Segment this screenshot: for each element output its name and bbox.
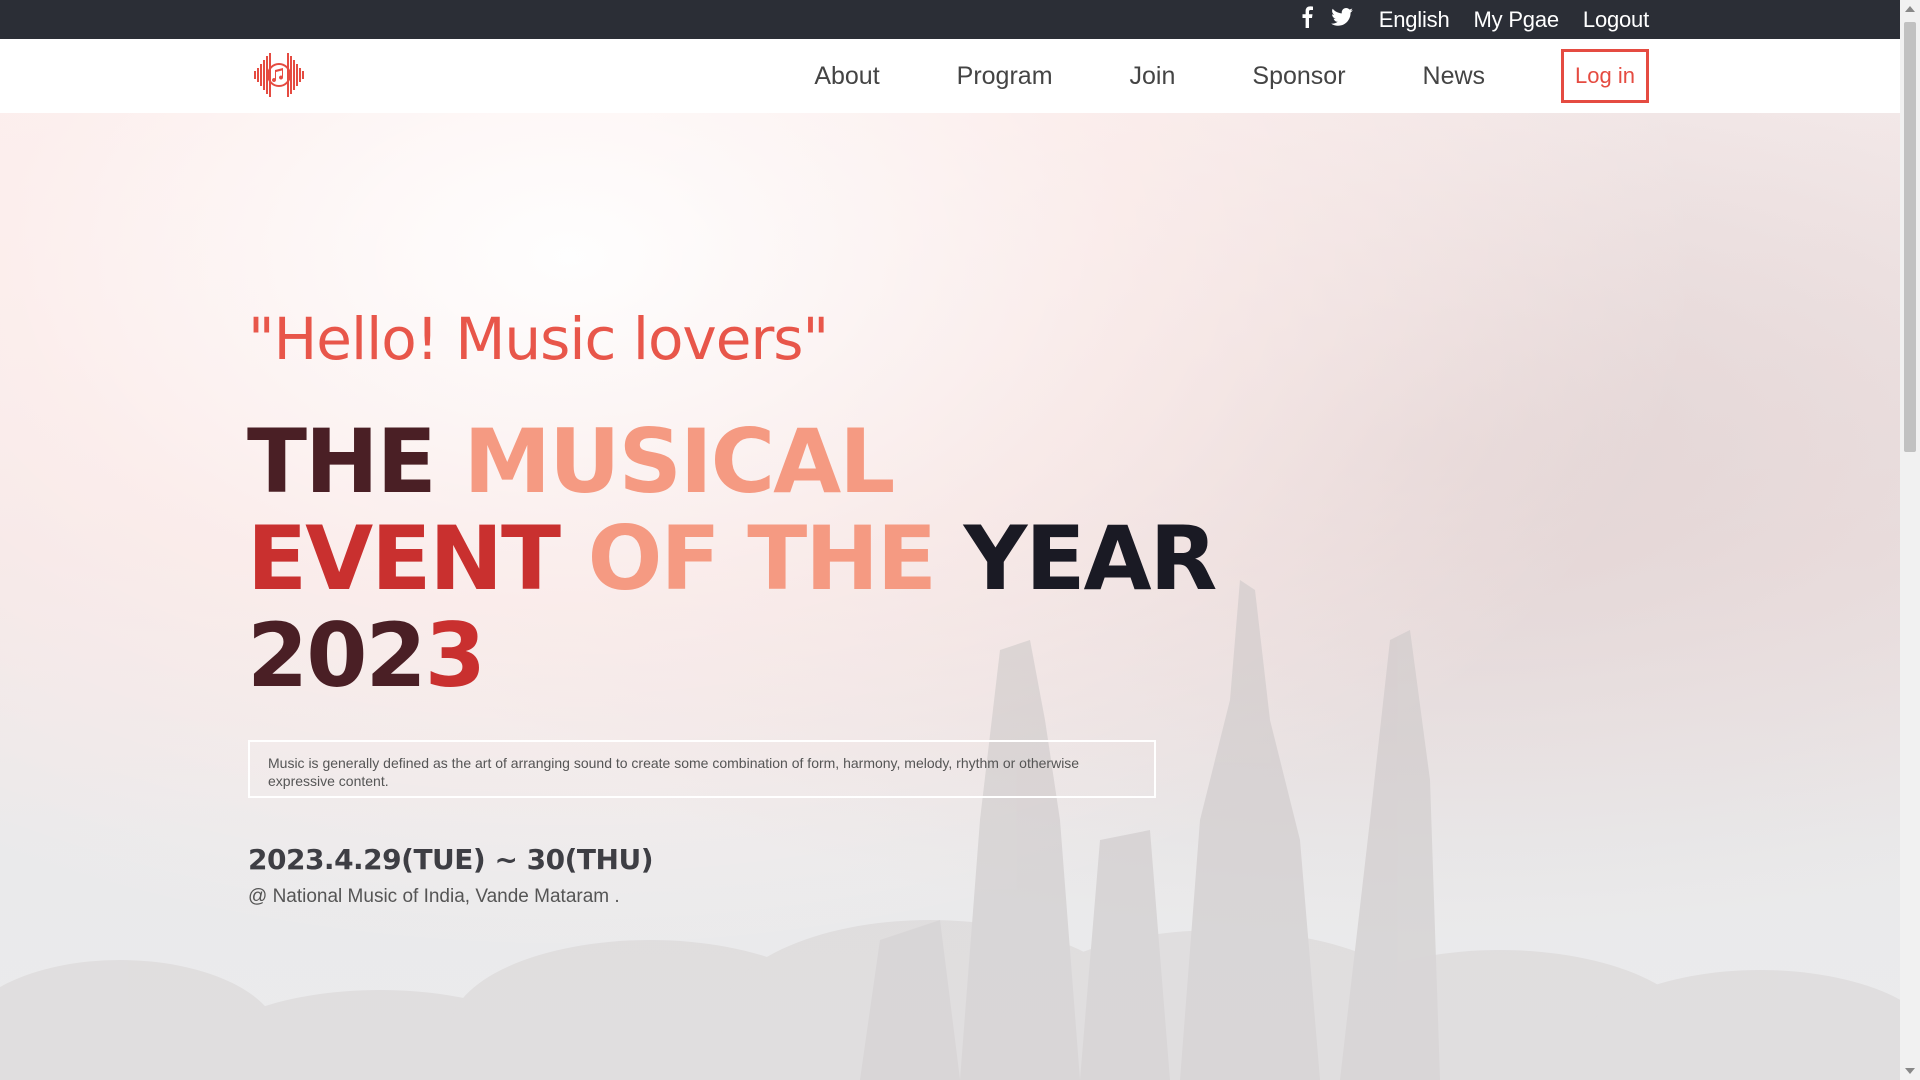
hero-title: THE MUSICAL EVENT OF THE YEAR 2023 xyxy=(247,413,1218,704)
scroll-up-arrow-icon[interactable] xyxy=(1905,6,1915,12)
top-utility-links: English My Pgae Logout xyxy=(1301,0,1649,39)
main-navbar: About Program Join Sponsor News Log in xyxy=(0,39,1900,113)
nav-menu: About Program Join Sponsor News Log in xyxy=(814,39,1649,113)
top-utility-bar: English My Pgae Logout xyxy=(0,0,1900,39)
title-word: YEA xyxy=(963,507,1152,610)
hero-section: "Hello! Music lovers" THE MUSICAL EVENT … xyxy=(0,113,1900,1080)
logout-link[interactable]: Logout xyxy=(1583,7,1649,33)
hero-title-line-2: EVENT OF THE YEAR xyxy=(247,507,1218,610)
nav-sponsor[interactable]: Sponsor xyxy=(1252,62,1345,91)
nav-about[interactable]: About xyxy=(814,62,879,91)
title-word: R xyxy=(1149,507,1218,610)
scroll-down-arrow-icon[interactable] xyxy=(1905,1068,1915,1074)
scroll-thumb[interactable] xyxy=(1904,22,1916,452)
title-word: THE xyxy=(247,410,464,513)
description-box: Music is generally defined as the art of… xyxy=(248,740,1156,798)
event-venue: @ National Music of India, Vande Mataram… xyxy=(248,886,620,907)
title-word: EVENT xyxy=(247,507,588,610)
title-word: OF THE xyxy=(587,507,964,610)
login-button[interactable]: Log in xyxy=(1561,49,1649,103)
facebook-icon[interactable] xyxy=(1301,6,1313,33)
hero-subtitle: "Hello! Music lovers" xyxy=(248,305,829,373)
language-link[interactable]: English xyxy=(1379,7,1450,33)
page-scrollbar[interactable] xyxy=(1900,0,1920,1080)
hero-title-line-1: THE MUSICAL xyxy=(247,413,1215,510)
event-date: 2023.4.29(TUE) ~ 30(THU) xyxy=(248,843,654,876)
title-word: 202 xyxy=(247,604,427,707)
music-note-icon[interactable] xyxy=(251,47,307,103)
social-links xyxy=(1301,6,1353,33)
nav-news[interactable]: News xyxy=(1423,62,1486,91)
nav-join[interactable]: Join xyxy=(1130,62,1176,91)
title-word: 3 xyxy=(424,604,486,707)
nav-program[interactable]: Program xyxy=(957,62,1053,91)
title-word: MUSICAL xyxy=(463,410,895,513)
twitter-icon[interactable] xyxy=(1330,8,1353,31)
my-page-link[interactable]: My Pgae xyxy=(1473,7,1559,33)
hero-title-line-3: 2023 xyxy=(247,607,1215,704)
